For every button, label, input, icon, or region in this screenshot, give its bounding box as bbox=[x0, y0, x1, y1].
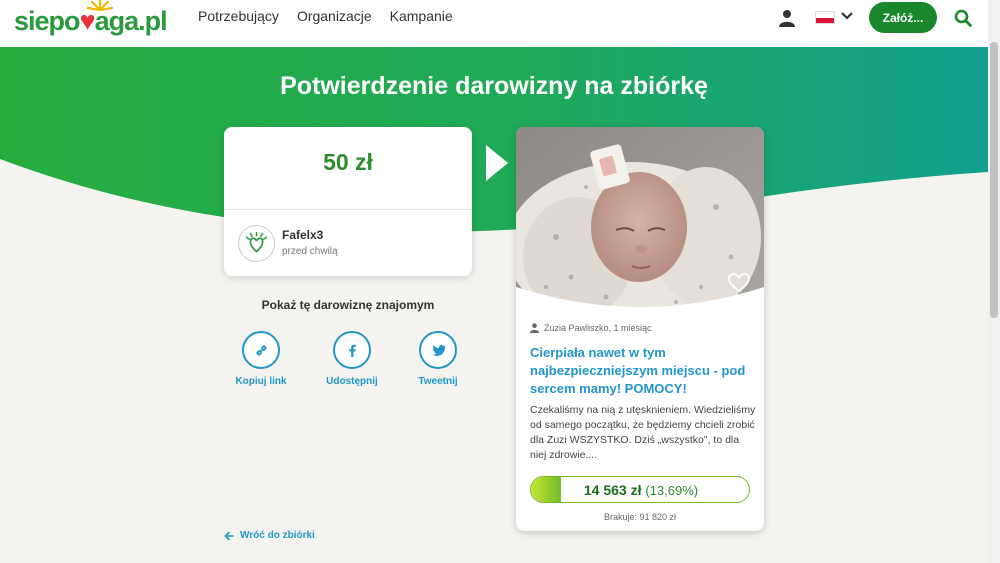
twitter-share-button[interactable] bbox=[419, 331, 457, 369]
card-divider bbox=[224, 209, 472, 210]
flag-pl-icon[interactable] bbox=[815, 11, 835, 24]
facebook-icon bbox=[348, 344, 356, 357]
twitter-icon bbox=[432, 344, 445, 356]
scrollbar-thumb[interactable] bbox=[990, 42, 998, 318]
campaign-description: Czekaliśmy na nią z utęsknieniem. Wiedzi… bbox=[530, 404, 756, 461]
chevron-down-icon[interactable] bbox=[840, 9, 854, 23]
nav-organizacje[interactable]: Organizacje bbox=[297, 8, 372, 24]
top-navigation-bar: siepo♥aga.pl Potrzebujący Organizacje Ka… bbox=[0, 0, 988, 47]
twitter-share-label[interactable]: Tweetnij bbox=[398, 376, 478, 387]
progress-text: 14 563 zł (13,69%) bbox=[531, 482, 749, 498]
donation-card: 50 zł Fafelx3 przed chwilą bbox=[224, 127, 472, 276]
start-fundraiser-button[interactable]: Załóż... bbox=[869, 2, 937, 33]
nav-kampanie[interactable]: Kampanie bbox=[390, 8, 453, 24]
search-icon[interactable] bbox=[954, 9, 972, 27]
progress-bar: 14 563 zł (13,69%) bbox=[530, 476, 750, 503]
campaign-author: Zuzia Pawliszko, 1 miesiąc bbox=[530, 323, 652, 333]
user-icon[interactable] bbox=[779, 9, 795, 27]
author-label: Zuzia Pawliszko, 1 miesiąc bbox=[544, 323, 652, 333]
amount-raised: 14 563 zł bbox=[583, 482, 642, 498]
site-logo[interactable]: siepo♥aga.pl bbox=[14, 0, 168, 37]
donor-name: Fafelx3 bbox=[282, 228, 324, 242]
page-scrollbar[interactable] bbox=[988, 0, 1000, 563]
donor-avatar bbox=[238, 225, 275, 262]
progress-percent: (13,69%) bbox=[645, 483, 699, 498]
donation-time: przed chwilą bbox=[282, 246, 338, 257]
copy-link-label[interactable]: Kopiuj link bbox=[221, 376, 301, 387]
main-nav: Potrzebujący Organizacje Kampanie bbox=[198, 8, 453, 24]
facebook-share-label[interactable]: Udostępnij bbox=[312, 376, 392, 387]
link-icon bbox=[255, 344, 267, 356]
donation-amount: 50 zł bbox=[323, 149, 373, 175]
copy-link-button[interactable] bbox=[242, 331, 280, 369]
heart-hands-icon bbox=[245, 231, 268, 253]
campaign-photo[interactable] bbox=[516, 127, 764, 312]
logo-sun-icon bbox=[86, 0, 114, 11]
heart-icon[interactable] bbox=[728, 273, 750, 293]
arrow-right-icon bbox=[486, 145, 508, 181]
facebook-share-button[interactable] bbox=[333, 331, 371, 369]
share-title: Pokaż tę darowiznę znajomym bbox=[261, 298, 435, 312]
back-link-label[interactable]: Wróć do zbiórki bbox=[240, 530, 315, 541]
person-icon bbox=[530, 323, 539, 333]
arrow-left-icon bbox=[224, 531, 234, 540]
nav-potrzebujacy[interactable]: Potrzebujący bbox=[198, 8, 279, 24]
campaign-title[interactable]: Cierpiała nawet w tym najbezpieczniejszy… bbox=[530, 344, 752, 398]
campaign-card[interactable]: Zuzia Pawliszko, 1 miesiąc Cierpiała naw… bbox=[516, 127, 764, 531]
amount-missing: Brakuje: 91 820 zł bbox=[603, 512, 677, 522]
back-to-campaign-link[interactable]: Wróć do zbiórki bbox=[224, 530, 315, 541]
page-title: Potwierdzenie darowizny na zbiórkę bbox=[280, 72, 708, 100]
